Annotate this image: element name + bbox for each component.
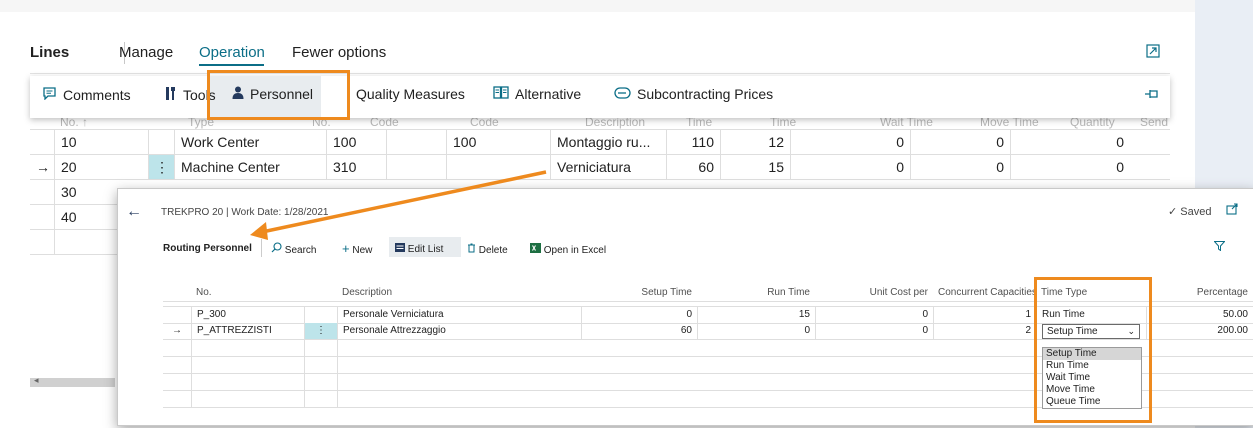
annotation-arrow [250, 170, 547, 240]
